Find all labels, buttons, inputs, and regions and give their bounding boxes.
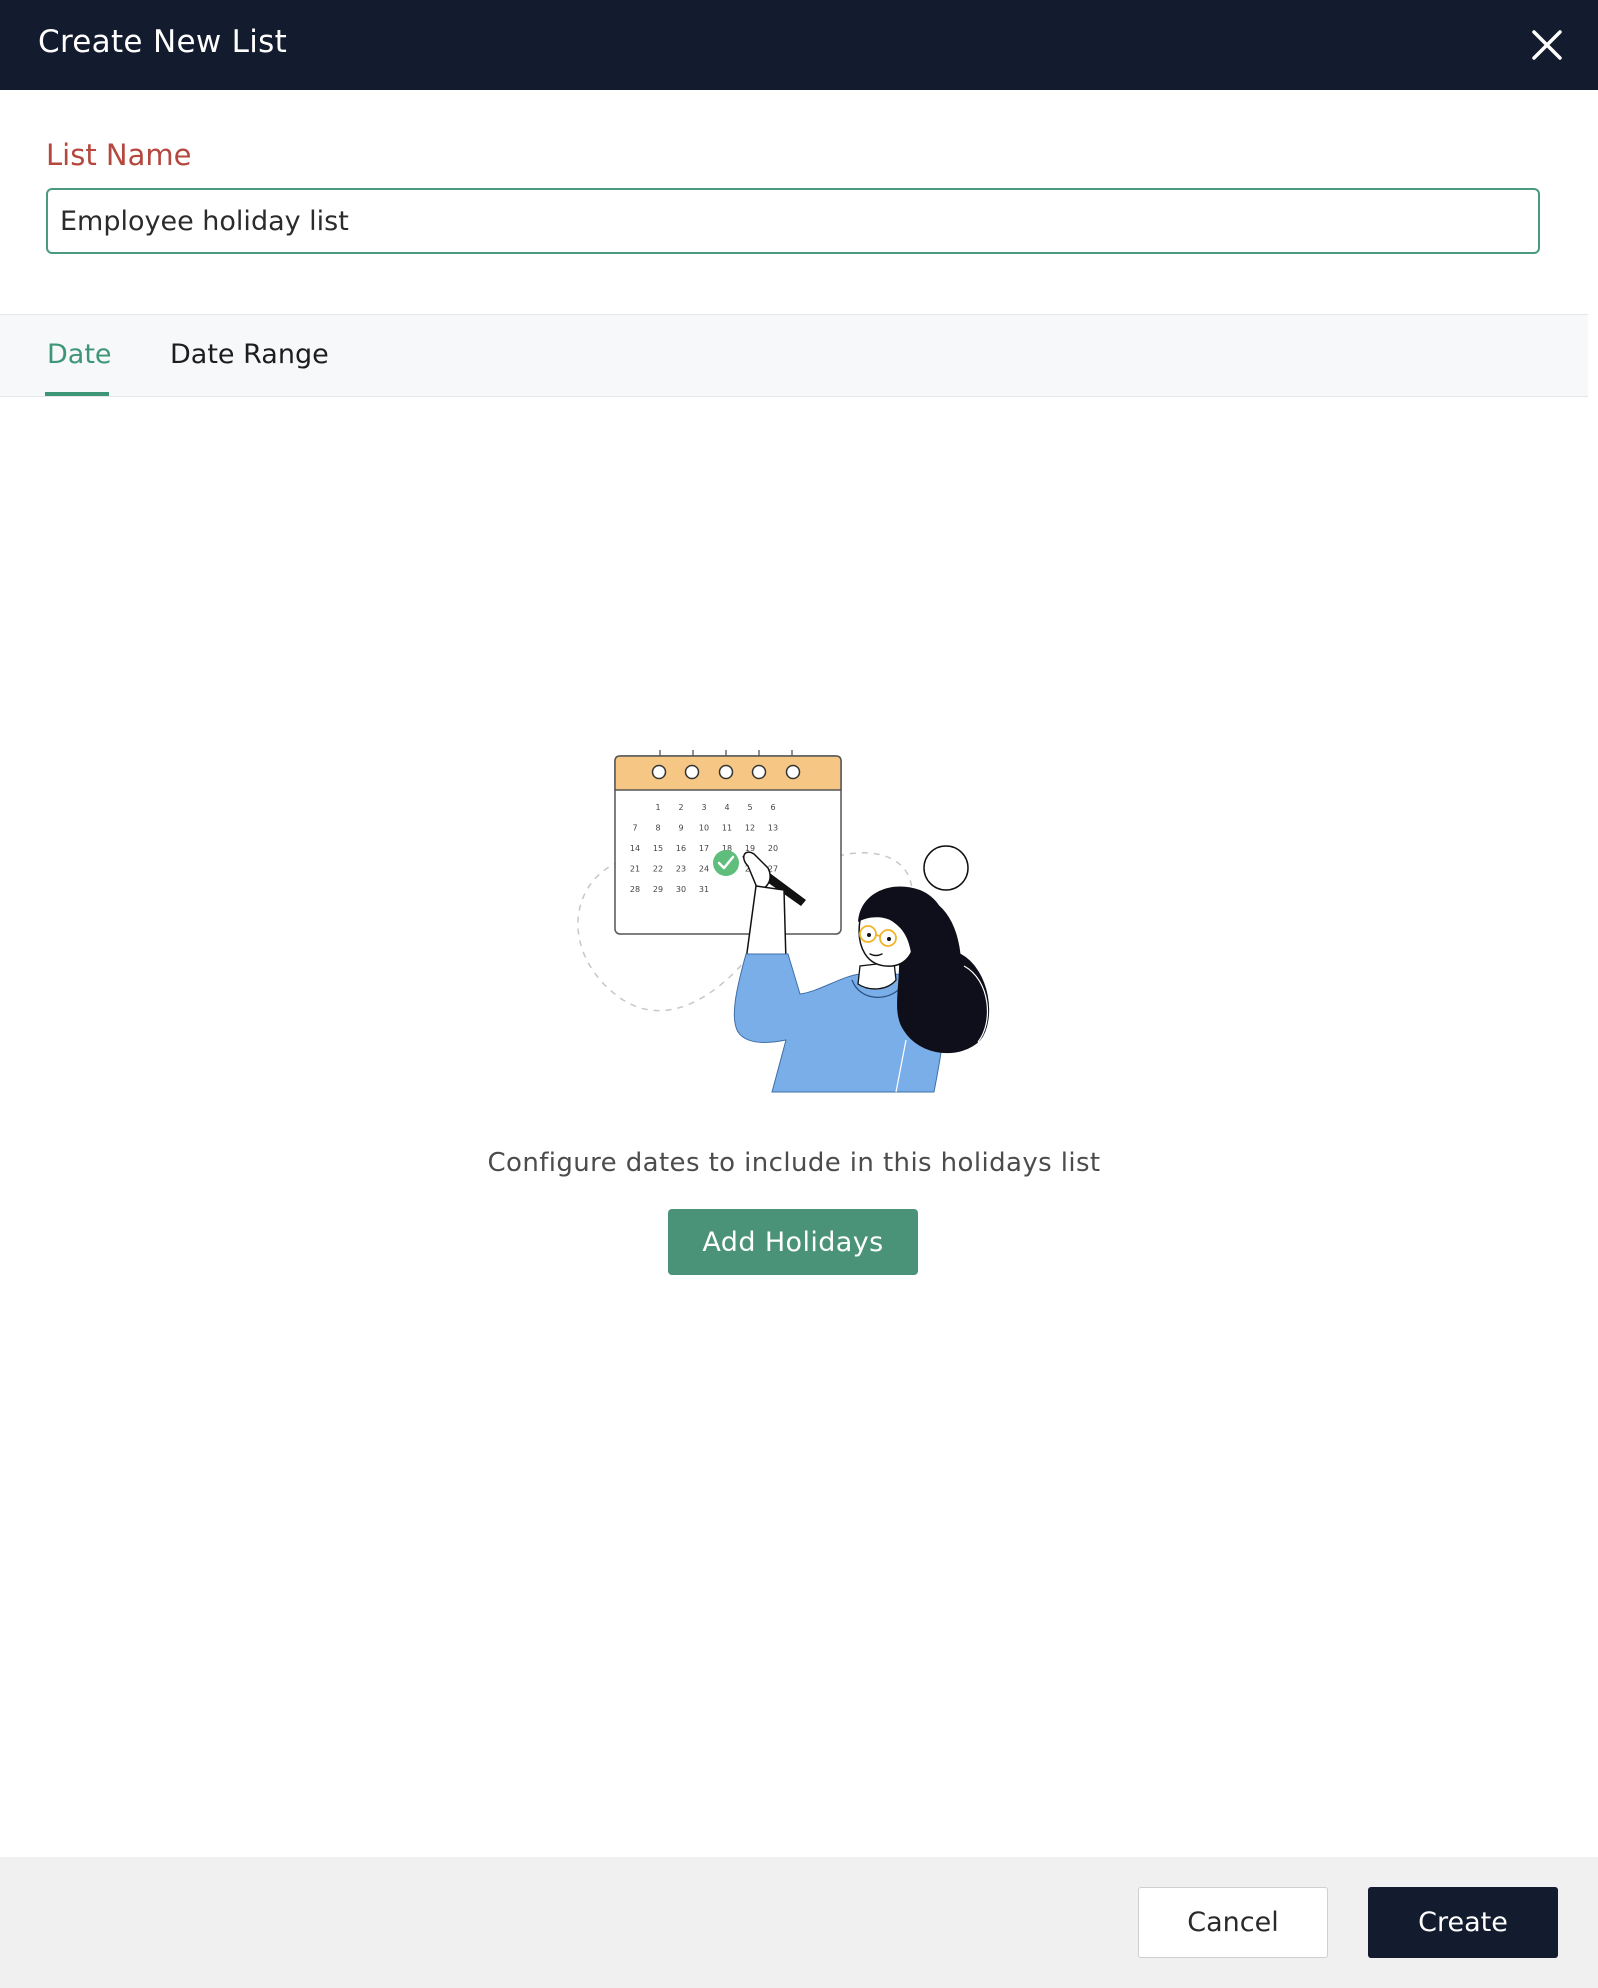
calendar-day: 23: [676, 865, 686, 874]
calendar-day: 4: [724, 803, 729, 812]
close-button[interactable]: [1528, 26, 1566, 64]
dialog-title: Create New List: [38, 24, 288, 60]
calendar-day: 31: [699, 885, 709, 894]
active-tab-indicator: [45, 392, 109, 396]
dialog-header: Create New List: [0, 0, 1598, 90]
calendar-day: 22: [653, 865, 663, 874]
calendar-day: 9: [678, 824, 683, 833]
create-button[interactable]: Create: [1368, 1887, 1558, 1958]
cancel-button[interactable]: Cancel: [1138, 1887, 1328, 1958]
calendar-day: 21: [630, 865, 640, 874]
tab-date[interactable]: Date: [47, 339, 112, 370]
list-name-input[interactable]: [46, 188, 1540, 254]
calendar-day: 10: [699, 824, 709, 833]
calendar-day: 1: [655, 803, 660, 812]
calendar-day: 7: [632, 824, 637, 833]
calendar-day: 12: [745, 824, 755, 833]
dialog-footer: Cancel Create: [0, 1857, 1598, 1988]
calendar-person-illustration: 1 2 3 4 5 67 8 9 10 11 12 1314 15 16 17 18 19 2021 22 23 24 2…: [577, 750, 990, 1093]
calendar-day: 5: [747, 803, 752, 812]
calendar-day: 15: [653, 844, 663, 853]
close-icon: [1532, 30, 1562, 60]
calendar-day: 8: [655, 824, 660, 833]
calendar-day: 16: [676, 844, 686, 853]
calendar-day: 6: [770, 803, 775, 812]
calendar-day: 11: [722, 824, 732, 833]
calendar-day: 17: [699, 844, 709, 853]
calendar-day: 30: [676, 885, 686, 894]
add-holidays-button[interactable]: Add Holidays: [668, 1209, 918, 1275]
calendar-day: 24: [699, 865, 709, 874]
tabs-bar: Date Date Range: [0, 314, 1588, 397]
empty-state-message: Configure dates to include in this holid…: [487, 1148, 1101, 1178]
calendar-day: 28: [630, 885, 640, 894]
calendar-day: 14: [630, 844, 640, 853]
calendar-day: 13: [768, 824, 778, 833]
calendar-day: 29: [653, 885, 663, 894]
list-name-label: List Name: [46, 138, 192, 172]
calendar-day: 20: [768, 844, 778, 853]
calendar-day: 3: [701, 803, 706, 812]
tab-date-range[interactable]: Date Range: [170, 339, 329, 370]
calendar-day: 2: [678, 803, 683, 812]
